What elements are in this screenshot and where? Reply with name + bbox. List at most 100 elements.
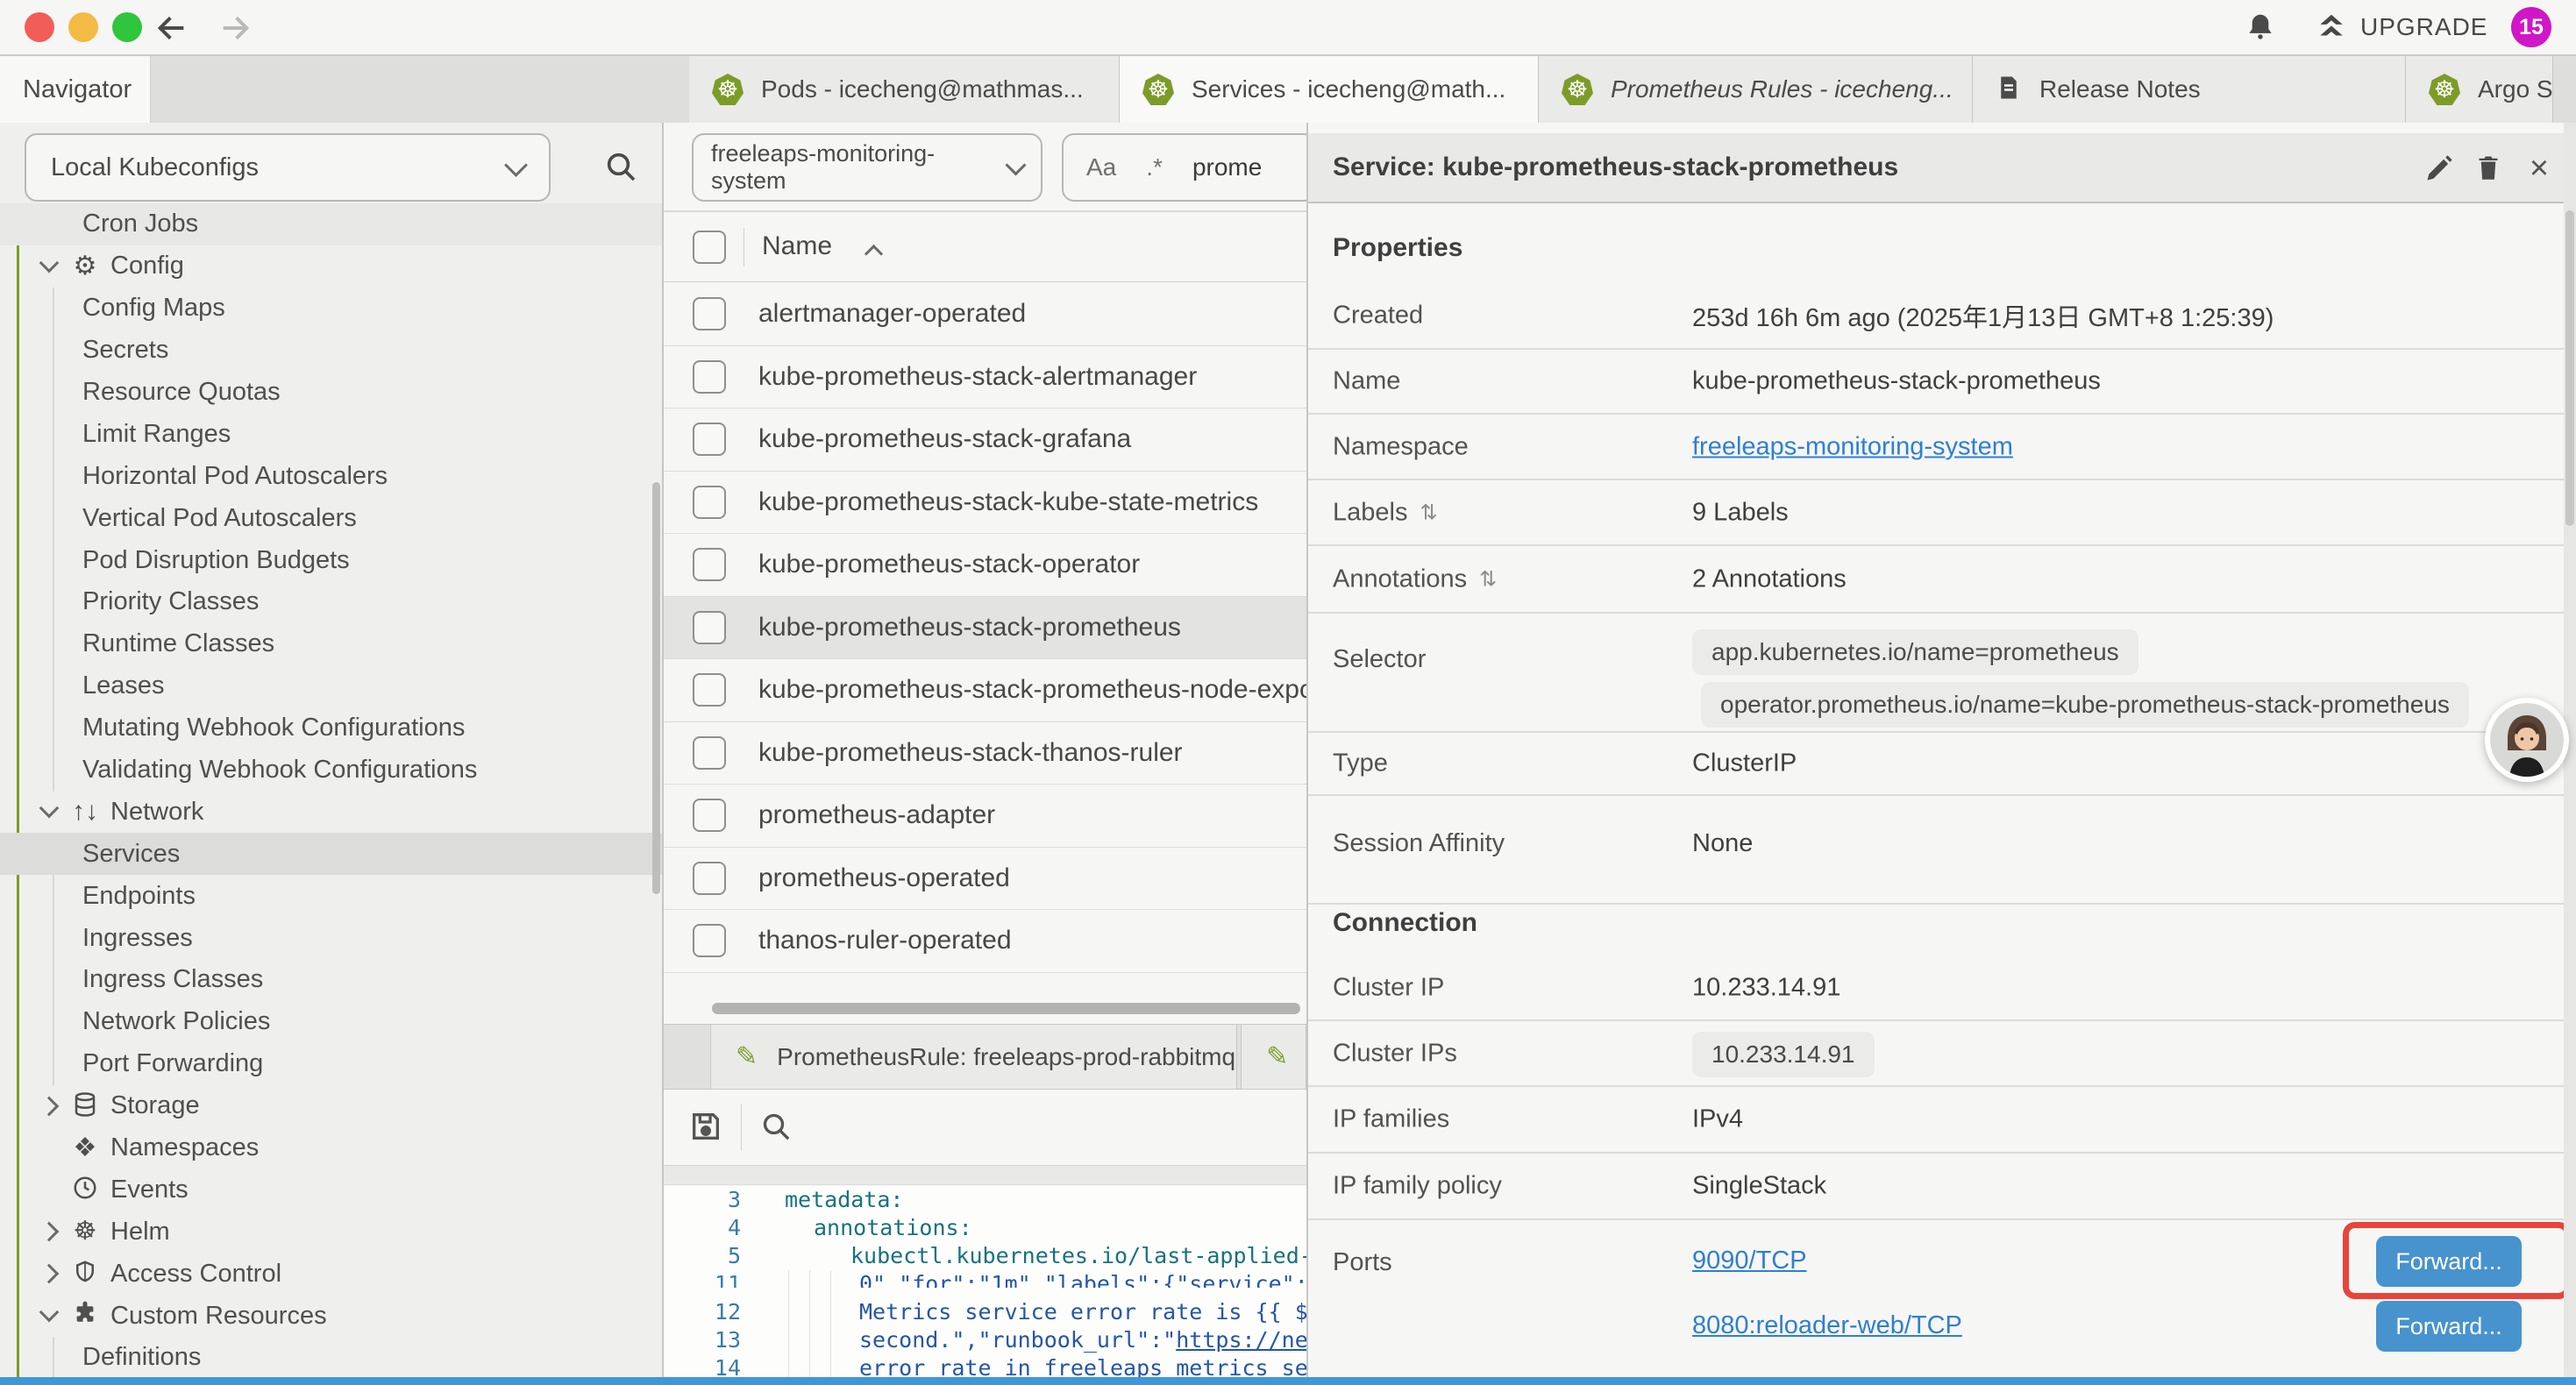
- sidebar-item-resource-quotas[interactable]: Resource Quotas: [0, 372, 662, 414]
- close-panel-icon[interactable]: ×: [2523, 153, 2555, 184]
- sidebar-item-priority-classes[interactable]: Priority Classes: [0, 581, 662, 623]
- minimize-window-button[interactable]: [68, 12, 98, 42]
- sort-ascending-icon[interactable]: [865, 245, 883, 263]
- sidebar-search-icon[interactable]: [603, 149, 638, 184]
- detail-scrollbar-thumb[interactable]: [2565, 210, 2574, 526]
- row-checkbox[interactable]: [693, 611, 726, 644]
- row-checkbox[interactable]: [693, 297, 726, 330]
- kubeconfig-select[interactable]: Local Kubeconfigs: [25, 133, 551, 202]
- row-checkbox[interactable]: [693, 360, 726, 394]
- tab-argo-se[interactable]: ☸Argo Se...: [2406, 56, 2553, 123]
- editor-tab-next[interactable]: ✎: [1241, 1025, 1306, 1089]
- namespace-select[interactable]: freeleaps-monitoring-system: [692, 133, 1042, 202]
- table-row-prometheus-operated[interactable]: prometheus-operated: [664, 848, 1306, 911]
- expand-collapse-icon[interactable]: ⇅: [1479, 566, 1497, 592]
- tab-services-icecheng-math[interactable]: ☸Services - icecheng@math...×: [1120, 56, 1539, 123]
- sidebar-item-network[interactable]: ↑↓Network: [0, 791, 662, 833]
- upgrade-button[interactable]: UPGRADE: [2315, 11, 2487, 44]
- forward-port-button[interactable]: Forward...: [2376, 1236, 2522, 1287]
- regex-toggle[interactable]: .*: [1146, 153, 1163, 181]
- sidebar-item-leases[interactable]: Leases: [0, 665, 662, 707]
- close-tab-icon[interactable]: ×: [1523, 75, 1539, 104]
- sidebar-item-horizontal-pod-autoscalers[interactable]: Horizontal Pod Autoscalers: [0, 455, 662, 497]
- sidebar-item-namespaces[interactable]: ❖Namespaces: [0, 1127, 662, 1169]
- tab-navigator[interactable]: Navigator: [0, 56, 151, 123]
- sidebar-item-secrets[interactable]: Secrets: [0, 330, 662, 372]
- tab-prometheus-rules-icecheng[interactable]: ☸Prometheus Rules - icecheng...: [1539, 56, 1973, 123]
- forward-port-button[interactable]: Forward...: [2376, 1301, 2522, 1352]
- sidebar-item-ingress-classes[interactable]: Ingress Classes: [0, 959, 662, 1001]
- port-link-8080[interactable]: 8080:reloader-web/TCP: [1692, 1311, 1962, 1340]
- table-row-kube-prometheus-stack-prometheus-node-expor[interactable]: kube-prometheus-stack-prometheus-node-ex…: [664, 659, 1306, 722]
- row-checkbox[interactable]: [693, 548, 726, 581]
- tab-pods-icecheng-mathmas[interactable]: ☸Pods - icecheng@mathmas...: [689, 56, 1120, 123]
- sidebar-item-definitions[interactable]: Definitions: [0, 1337, 662, 1378]
- sidebar-item-mutating-webhook-configurations[interactable]: Mutating Webhook Configurations: [0, 707, 662, 749]
- sidebar-item-access-control[interactable]: Access Control: [0, 1253, 662, 1295]
- sidebar-item-vertical-pod-autoscalers[interactable]: Vertical Pod Autoscalers: [0, 497, 662, 539]
- yaml-editor[interactable]: 3metadata:4annotations:5kubectl.kubernet…: [664, 1186, 1306, 1378]
- delete-service-icon[interactable]: [2473, 153, 2504, 184]
- sidebar-item-network-policies[interactable]: Network Policies: [0, 1001, 662, 1043]
- forward-icon[interactable]: [217, 11, 253, 46]
- code-line-5[interactable]: 5kubectl.kubernetes.io/last-applied-con: [664, 1242, 1306, 1270]
- sidebar-item-storage[interactable]: Storage: [0, 1085, 662, 1127]
- code-line-4[interactable]: 4annotations:: [664, 1214, 1306, 1242]
- sidebar-item-port-forwarding[interactable]: Port Forwarding: [0, 1043, 662, 1085]
- sidebar-item-services[interactable]: Services: [0, 833, 662, 875]
- table-row-thanos-ruler-operated[interactable]: thanos-ruler-operated: [664, 910, 1306, 973]
- sidebar-item-custom-resources[interactable]: Custom Resources: [0, 1295, 662, 1337]
- row-checkbox[interactable]: [693, 799, 726, 832]
- user-avatar[interactable]: [2485, 698, 2569, 782]
- table-row-kube-prometheus-stack-thanos-ruler[interactable]: kube-prometheus-stack-thanos-ruler: [664, 722, 1306, 785]
- back-icon[interactable]: [154, 11, 189, 46]
- save-icon[interactable]: [688, 1109, 723, 1144]
- filter-input[interactable]: Aa .* prome: [1062, 133, 1306, 202]
- expand-collapse-icon[interactable]: ⇅: [1420, 500, 1437, 525]
- code-line-11[interactable]: 110","for":"1m","labels":{"service":: [664, 1270, 1306, 1288]
- notification-count-badge[interactable]: 15: [2511, 7, 2551, 47]
- table-row-kube-prometheus-stack-alertmanager[interactable]: kube-prometheus-stack-alertmanager: [664, 346, 1306, 409]
- sidebar-item-cron-jobs[interactable]: Cron Jobs: [0, 203, 662, 245]
- code-link[interactable]: https://net: [1176, 1327, 1306, 1353]
- name-column-header[interactable]: Name: [762, 231, 832, 261]
- horizontal-scrollbar[interactable]: [712, 1003, 1300, 1014]
- namespace-link[interactable]: freeleaps-monitoring-system: [1692, 432, 2013, 461]
- table-row-kube-prometheus-stack-operator[interactable]: kube-prometheus-stack-operator: [664, 534, 1306, 597]
- match-case-toggle[interactable]: Aa: [1086, 153, 1116, 181]
- editor-search-icon[interactable]: [758, 1109, 793, 1144]
- property-value[interactable]: 9 Labels: [1692, 498, 1789, 527]
- sidebar-item-limit-ranges[interactable]: Limit Ranges: [0, 413, 662, 455]
- notifications-bell-icon[interactable]: [2245, 11, 2276, 43]
- close-window-button[interactable]: [25, 12, 54, 42]
- sidebar-item-helm[interactable]: ☸Helm: [0, 1211, 662, 1253]
- row-checkbox[interactable]: [693, 736, 726, 770]
- sidebar-item-validating-webhook-configurations[interactable]: Validating Webhook Configurations: [0, 749, 662, 792]
- table-row-kube-prometheus-stack-grafana[interactable]: kube-prometheus-stack-grafana: [664, 408, 1306, 472]
- table-row-prometheus-adapter[interactable]: prometheus-adapter: [664, 785, 1306, 848]
- sidebar-item-pod-disruption-budgets[interactable]: Pod Disruption Budgets: [0, 539, 662, 581]
- sidebar-item-endpoints[interactable]: Endpoints: [0, 875, 662, 917]
- sidebar-scrollbar[interactable]: [652, 482, 660, 894]
- code-line-3[interactable]: 3metadata:: [664, 1186, 1306, 1214]
- property-value[interactable]: 2 Annotations: [1692, 565, 1847, 593]
- row-checkbox[interactable]: [693, 924, 726, 957]
- edit-service-icon[interactable]: [2423, 153, 2455, 184]
- table-row-kube-prometheus-stack-kube-state-metrics[interactable]: kube-prometheus-stack-kube-state-metrics: [664, 472, 1306, 535]
- row-checkbox[interactable]: [693, 486, 726, 519]
- row-checkbox[interactable]: [693, 423, 726, 456]
- code-line-13[interactable]: 13second.","runbook_url":"https://net: [664, 1326, 1306, 1354]
- sidebar-item-events[interactable]: Events: [0, 1168, 662, 1211]
- code-line-12[interactable]: 12Metrics service error rate is {{ $va: [664, 1298, 1306, 1326]
- port-link-9090[interactable]: 9090/TCP: [1692, 1246, 1807, 1275]
- sidebar-item-ingresses[interactable]: Ingresses: [0, 917, 662, 959]
- code-line-14[interactable]: 14error rate in freeleaps metrics ser: [664, 1354, 1306, 1378]
- row-checkbox[interactable]: [693, 673, 726, 707]
- sidebar-item-runtime-classes[interactable]: Runtime Classes: [0, 623, 662, 665]
- tab-release-notes[interactable]: Release Notes: [1973, 56, 2406, 123]
- sidebar-item-config[interactable]: ⚙Config: [0, 245, 662, 288]
- sidebar-item-config-maps[interactable]: Config Maps: [0, 288, 662, 330]
- select-all-checkbox[interactable]: [693, 231, 726, 264]
- row-checkbox[interactable]: [693, 862, 726, 895]
- table-row-alertmanager-operated[interactable]: alertmanager-operated: [664, 283, 1306, 346]
